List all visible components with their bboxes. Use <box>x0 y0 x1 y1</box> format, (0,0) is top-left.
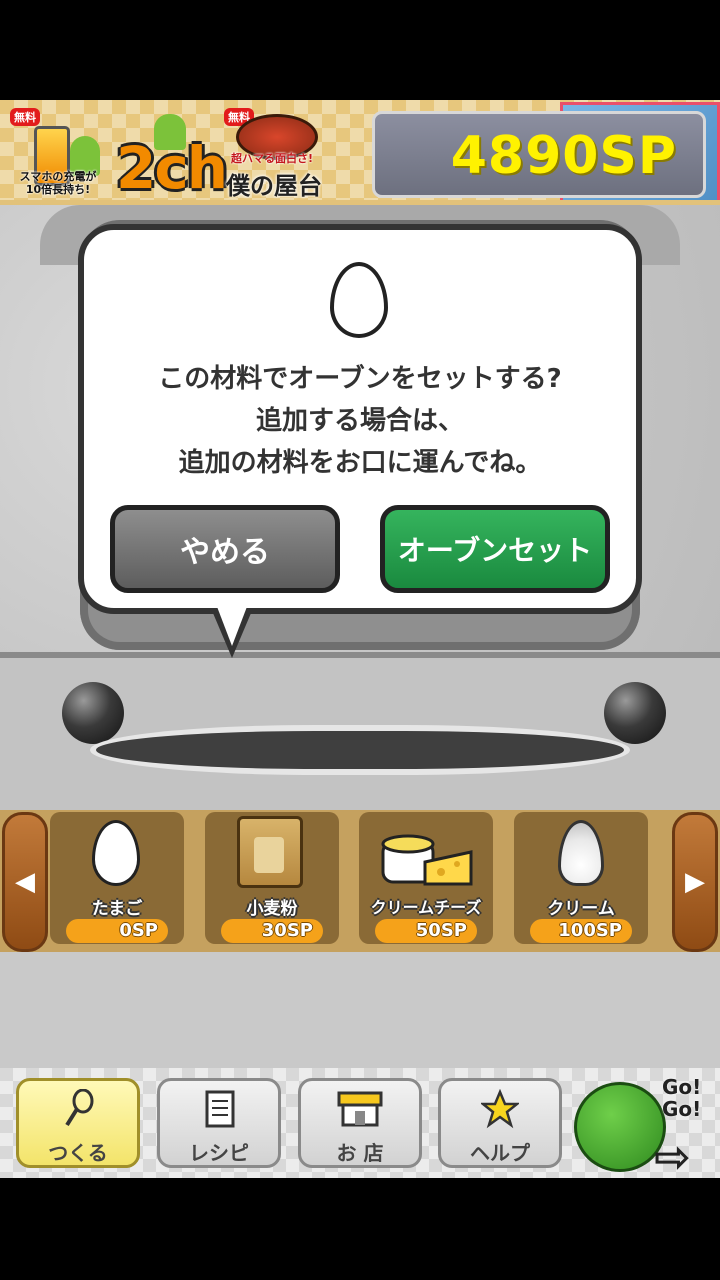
nav-label: お 店 <box>336 1141 384 1165</box>
oven-mouth[interactable] <box>90 725 630 775</box>
ingredient-card-flour[interactable]: 小麦粉 30SP <box>205 812 339 944</box>
flour-label <box>254 837 284 873</box>
ad-title: 僕の屋台 <box>226 172 322 200</box>
notepad-icon <box>205 1090 235 1128</box>
ad-battery[interactable]: 無料 スマホの充電が 10倍長持ち! <box>8 106 108 202</box>
cancel-button[interactable]: やめる <box>110 505 340 593</box>
counter-area <box>0 952 720 1070</box>
go-label: Go! Go! <box>662 1075 702 1121</box>
system-bottom-area <box>0 1180 720 1280</box>
whipped-cream-icon <box>558 820 604 886</box>
nav-help[interactable]: ヘルプ <box>438 1078 562 1168</box>
ad-caption: スマホの充電が 10倍長持ち! <box>19 170 97 196</box>
ingredient-card-cream[interactable]: クリーム 100SP <box>514 812 648 944</box>
scroll-right-button[interactable]: ▶ <box>672 812 718 952</box>
points-value: 4890SP <box>450 126 677 186</box>
scroll-left-button[interactable]: ◀ <box>2 812 48 952</box>
ingredient-price: 30SP <box>221 919 323 943</box>
nav-make[interactable]: つくる <box>16 1078 140 1168</box>
star-icon <box>481 1089 519 1129</box>
egg-icon <box>92 820 140 886</box>
dialog-message-line3: 追加の材料をお口に運んでね。 <box>178 448 542 478</box>
ingredient-card-egg[interactable]: たまご 0SP <box>50 812 184 944</box>
nav-recipe[interactable]: レシピ <box>157 1078 281 1168</box>
ingredient-name: クリーム <box>547 899 615 919</box>
dialog-message-line1: この材料でオーブンをセットする? <box>158 364 562 394</box>
ingredient-price: 0SP <box>66 919 168 943</box>
ad-free-badge: 無料 <box>10 108 40 126</box>
go-button[interactable]: Go! Go! ⇨ <box>570 1074 720 1183</box>
flour-icon <box>237 816 303 888</box>
triangle-left-icon: ◀ <box>15 867 35 897</box>
broccoli-character-icon <box>574 1082 666 1172</box>
ad-2ch-logo: 2ch <box>116 134 228 202</box>
dialog-tail-inner <box>216 604 248 646</box>
shop-icon <box>337 1091 383 1127</box>
ad-yatai[interactable]: 無料 超ハマる面白さ! 僕の屋台 <box>222 106 326 202</box>
cream-cheese-icon <box>381 834 473 886</box>
ingredient-name: 小麦粉 <box>246 899 298 919</box>
whisk-icon <box>65 1089 94 1127</box>
nav-label: レシピ <box>189 1141 249 1165</box>
ingredient-name: たまご <box>91 899 143 919</box>
oven-knob-right <box>604 682 666 744</box>
dialog-message-line2: 追加する場合は、 <box>255 406 464 436</box>
ad-2ch[interactable]: 2ch <box>112 106 228 202</box>
arrow-right-icon: ⇨ <box>654 1132 691 1183</box>
ad-tagline: 超ハマる面白さ! <box>230 152 314 165</box>
ingredient-card-cream-cheese[interactable]: クリームチーズ 50SP <box>359 812 493 944</box>
ingredient-price: 100SP <box>530 919 632 943</box>
ingredient-name: クリームチーズ <box>370 898 482 917</box>
triangle-right-icon: ▶ <box>685 867 705 897</box>
points-display: 4890SP <box>372 111 706 198</box>
oven-set-button[interactable]: オーブンセット <box>380 505 610 593</box>
oven-knob-left <box>62 682 124 744</box>
nav-label: つくる <box>48 1141 108 1165</box>
nav-shop[interactable]: お 店 <box>298 1078 422 1168</box>
ingredient-price: 50SP <box>375 919 477 943</box>
nav-label: ヘルプ <box>470 1141 530 1165</box>
